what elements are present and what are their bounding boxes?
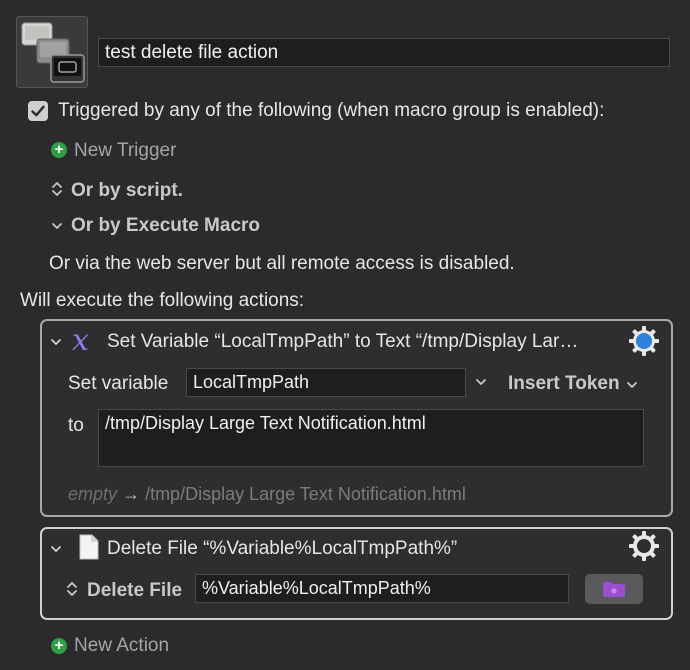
chevron-down-icon[interactable] <box>51 219 63 235</box>
gear-icon[interactable] <box>628 325 660 357</box>
path-field[interactable]: %Variable%LocalTmpPath% <box>195 574 569 603</box>
document-icon <box>78 534 100 565</box>
updown-chevron-icon[interactable] <box>66 580 78 601</box>
collapse-chevron-icon[interactable] <box>50 542 62 558</box>
collapse-chevron-icon[interactable] <box>50 335 62 351</box>
updown-chevron-icon[interactable] <box>51 180 63 201</box>
action-title[interactable]: Delete File “%Variable%LocalTmpPath%” <box>107 538 457 560</box>
triggered-checkbox[interactable] <box>28 101 48 121</box>
or-by-execute-macro-toggle[interactable]: Or by Execute Macro <box>71 215 260 237</box>
variable-menu-chevron-icon[interactable] <box>475 375 487 391</box>
new-trigger-button[interactable]: New Trigger <box>74 140 176 162</box>
macro-icon[interactable] <box>16 16 88 88</box>
web-server-text: Or via the web server but all remote acc… <box>49 253 515 274</box>
add-trigger-icon[interactable]: + <box>51 142 67 158</box>
triggered-label: Triggered by any of the following (when … <box>58 100 605 121</box>
preview-value: /tmp/Display Large Text Notification.htm… <box>145 484 466 504</box>
will-execute-label: Will execute the following actions: <box>20 290 305 311</box>
insert-token-button[interactable]: Insert Token <box>508 373 620 395</box>
x-variable-icon: 𝑥 <box>72 323 89 358</box>
gear-icon[interactable] <box>628 530 660 562</box>
set-variable-label: Set variable <box>68 373 169 394</box>
macro-stack-icon <box>21 22 85 83</box>
macro-name-field[interactable]: test delete file action <box>98 38 670 67</box>
variable-name-field[interactable]: LocalTmpPath <box>186 368 466 397</box>
insert-token-chevron-icon[interactable] <box>626 378 638 394</box>
checkmark-icon <box>31 105 45 117</box>
to-label: to <box>68 415 84 436</box>
folder-icon <box>603 582 625 597</box>
preview-empty: empty <box>68 484 118 504</box>
text-value-field[interactable]: /tmp/Display Large Text Notification.htm… <box>98 409 644 467</box>
action-title[interactable]: Set Variable “LocalTmpPath” to Text “/tm… <box>107 331 617 353</box>
delete-file-mode-popup[interactable]: Delete File <box>87 580 182 602</box>
choose-folder-button[interactable] <box>585 574 643 604</box>
or-by-script-toggle[interactable]: Or by script. <box>71 180 183 202</box>
preview-arrow: → <box>122 484 141 504</box>
new-action-button[interactable]: New Action <box>74 635 169 657</box>
preview-line: empty → /tmp/Display Large Text Notifica… <box>68 484 466 505</box>
add-action-icon[interactable]: + <box>51 638 67 654</box>
